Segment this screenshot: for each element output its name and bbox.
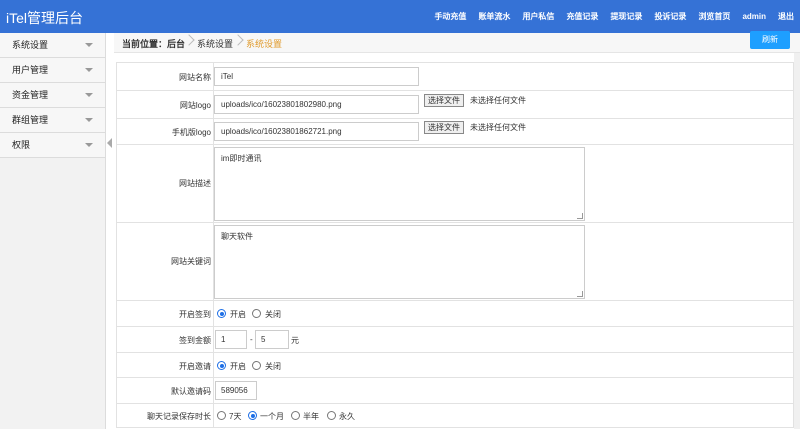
site-description-text: im即时通讯 <box>221 154 262 163</box>
signin-amount-label: 签到金额 <box>179 336 211 345</box>
signin-on-label[interactable]: 开启 <box>230 309 246 320</box>
breadcrumb-prefix: 当前位置：后台 <box>122 39 186 49</box>
breadcrumb-level1[interactable]: 系统设置 <box>197 37 233 50</box>
refresh-button[interactable]: 刷新 <box>750 31 790 49</box>
default-invite-code-input[interactable]: 589056 <box>215 381 257 400</box>
row-signin: 开启签到 开启 关闭 <box>116 301 794 327</box>
signin-off-radio[interactable] <box>252 309 261 318</box>
site-logo-no-file-text: 未选择任何文件 <box>470 96 526 105</box>
sidebar-item-group-management[interactable]: 群组管理 <box>0 108 105 133</box>
nav-browse-home[interactable]: 浏览首页 <box>698 11 730 22</box>
breadcrumb-current: 系统设置 <box>246 39 283 49</box>
site-logo-label: 网站logo <box>179 101 211 110</box>
chevron-right-icon <box>232 34 244 46</box>
site-keywords-text: 聊天软件 <box>221 232 253 241</box>
row-default-invite-code: 默认邀请码 589056 <box>116 378 794 404</box>
sidebar: 系统设置 用户管理 资金管理 群组管理 权限 <box>0 33 106 429</box>
site-keywords-textarea[interactable]: 聊天软件 <box>214 225 585 299</box>
row-signin-amount: 签到金额 1 - 5 元 <box>116 327 794 353</box>
chevron-right-icon <box>183 34 195 46</box>
mobile-logo-path-input[interactable]: uploads/ico/16023801862721.png <box>214 122 419 141</box>
sidebar-item-label: 资金管理 <box>12 90 49 100</box>
nav-complaint-records[interactable]: 投诉记录 <box>654 11 686 22</box>
retention-1month-label[interactable]: 一个月 <box>260 411 284 422</box>
signin-amount-dash: - <box>250 335 253 344</box>
row-mobile-logo: 手机版logo uploads/ico/16023801862721.png 选… <box>116 119 794 145</box>
retention-forever-label[interactable]: 永久 <box>339 411 355 422</box>
nav-manual-recharge[interactable]: 手动充值 <box>434 11 466 22</box>
brand-title: iTel管理后台 <box>6 10 84 26</box>
retention-1month-radio[interactable] <box>248 411 257 420</box>
invite-label: 开启邀请 <box>179 362 211 371</box>
signin-amount-unit: 元 <box>291 336 299 345</box>
chevron-down-icon <box>85 118 93 122</box>
invite-off-radio[interactable] <box>252 361 261 370</box>
chat-retention-label: 聊天记录保存时长 <box>147 412 211 421</box>
site-keywords-label: 网站关键词 <box>171 257 211 266</box>
sidebar-item-permissions[interactable]: 权限 <box>0 133 105 158</box>
invite-off-label[interactable]: 关闭 <box>265 361 281 372</box>
signin-on-radio[interactable] <box>217 309 226 318</box>
settings-form: 网站名称 iTel 网站logo uploads/ico/16023801802… <box>116 62 794 428</box>
signin-off-label[interactable]: 关闭 <box>265 309 281 320</box>
nav-bill-flow[interactable]: 账单流水 <box>478 11 510 22</box>
sidebar-item-system-settings[interactable]: 系统设置 <box>0 33 105 58</box>
nav-recharge-records[interactable]: 充值记录 <box>566 11 598 22</box>
nav-admin-user[interactable]: admin <box>742 12 766 21</box>
nav-withdraw-records[interactable]: 提现记录 <box>610 11 642 22</box>
sidebar-item-label: 群组管理 <box>12 115 49 125</box>
top-header: iTel管理后台 手动充值 账单流水 用户私信 充值记录 提现记录 投诉记录 浏… <box>0 0 800 33</box>
invite-on-label[interactable]: 开启 <box>230 361 246 372</box>
sidebar-item-label: 用户管理 <box>12 65 49 75</box>
sidebar-collapse-icon[interactable] <box>107 138 112 148</box>
resize-handle-icon[interactable] <box>577 291 583 297</box>
row-invite: 开启邀请 开启 关闭 <box>116 353 794 378</box>
vertical-scrollbar[interactable] <box>794 53 800 429</box>
retention-7days-label[interactable]: 7天 <box>229 411 241 422</box>
row-site-description: 网站描述 im即时通讯 <box>116 145 794 223</box>
retention-forever-radio[interactable] <box>327 411 336 420</box>
chevron-down-icon <box>85 143 93 147</box>
mobile-logo-no-file-text: 未选择任何文件 <box>470 123 526 132</box>
signin-amount-min-input[interactable]: 1 <box>215 330 247 349</box>
site-description-textarea[interactable]: im即时通讯 <box>214 147 585 221</box>
sidebar-item-label: 权限 <box>12 140 31 150</box>
row-chat-retention: 聊天记录保存时长 7天 一个月 半年 永久 <box>116 404 794 428</box>
nav-logout[interactable]: 退出 <box>778 11 794 22</box>
signin-amount-max-input[interactable]: 5 <box>255 330 289 349</box>
sidebar-item-label: 系统设置 <box>12 40 49 50</box>
top-nav: 手动充值 账单流水 用户私信 充值记录 提现记录 投诉记录 浏览首页 admin… <box>422 0 794 33</box>
mobile-logo-label: 手机版logo <box>171 128 211 137</box>
row-site-logo: 网站logo uploads/ico/16023801802980.png 选择… <box>116 91 794 119</box>
signin-label: 开启签到 <box>179 310 211 319</box>
site-name-input[interactable]: iTel <box>214 67 419 86</box>
chevron-down-icon <box>85 93 93 97</box>
resize-handle-icon[interactable] <box>577 213 583 219</box>
sidebar-item-user-management[interactable]: 用户管理 <box>0 58 105 83</box>
row-site-keywords: 网站关键词 聊天软件 <box>116 223 794 301</box>
default-invite-code-label: 默认邀请码 <box>171 387 211 396</box>
nav-user-messages[interactable]: 用户私信 <box>522 11 554 22</box>
chevron-down-icon <box>85 68 93 72</box>
chevron-down-icon <box>85 43 93 47</box>
mobile-logo-choose-file-button[interactable]: 选择文件 <box>424 121 464 134</box>
site-logo-choose-file-button[interactable]: 选择文件 <box>424 94 464 107</box>
retention-halfyear-radio[interactable] <box>291 411 300 420</box>
retention-7days-radio[interactable] <box>217 411 226 420</box>
sidebar-item-funds-management[interactable]: 资金管理 <box>0 83 105 108</box>
site-description-label: 网站描述 <box>179 179 211 188</box>
row-site-name: 网站名称 iTel <box>116 63 794 91</box>
breadcrumb: 当前位置：后台 系统设置 系统设置 <box>114 33 800 53</box>
site-name-label: 网站名称 <box>179 73 211 82</box>
invite-on-radio[interactable] <box>217 361 226 370</box>
site-logo-path-input[interactable]: uploads/ico/16023801802980.png <box>214 95 419 114</box>
retention-halfyear-label[interactable]: 半年 <box>303 411 319 422</box>
